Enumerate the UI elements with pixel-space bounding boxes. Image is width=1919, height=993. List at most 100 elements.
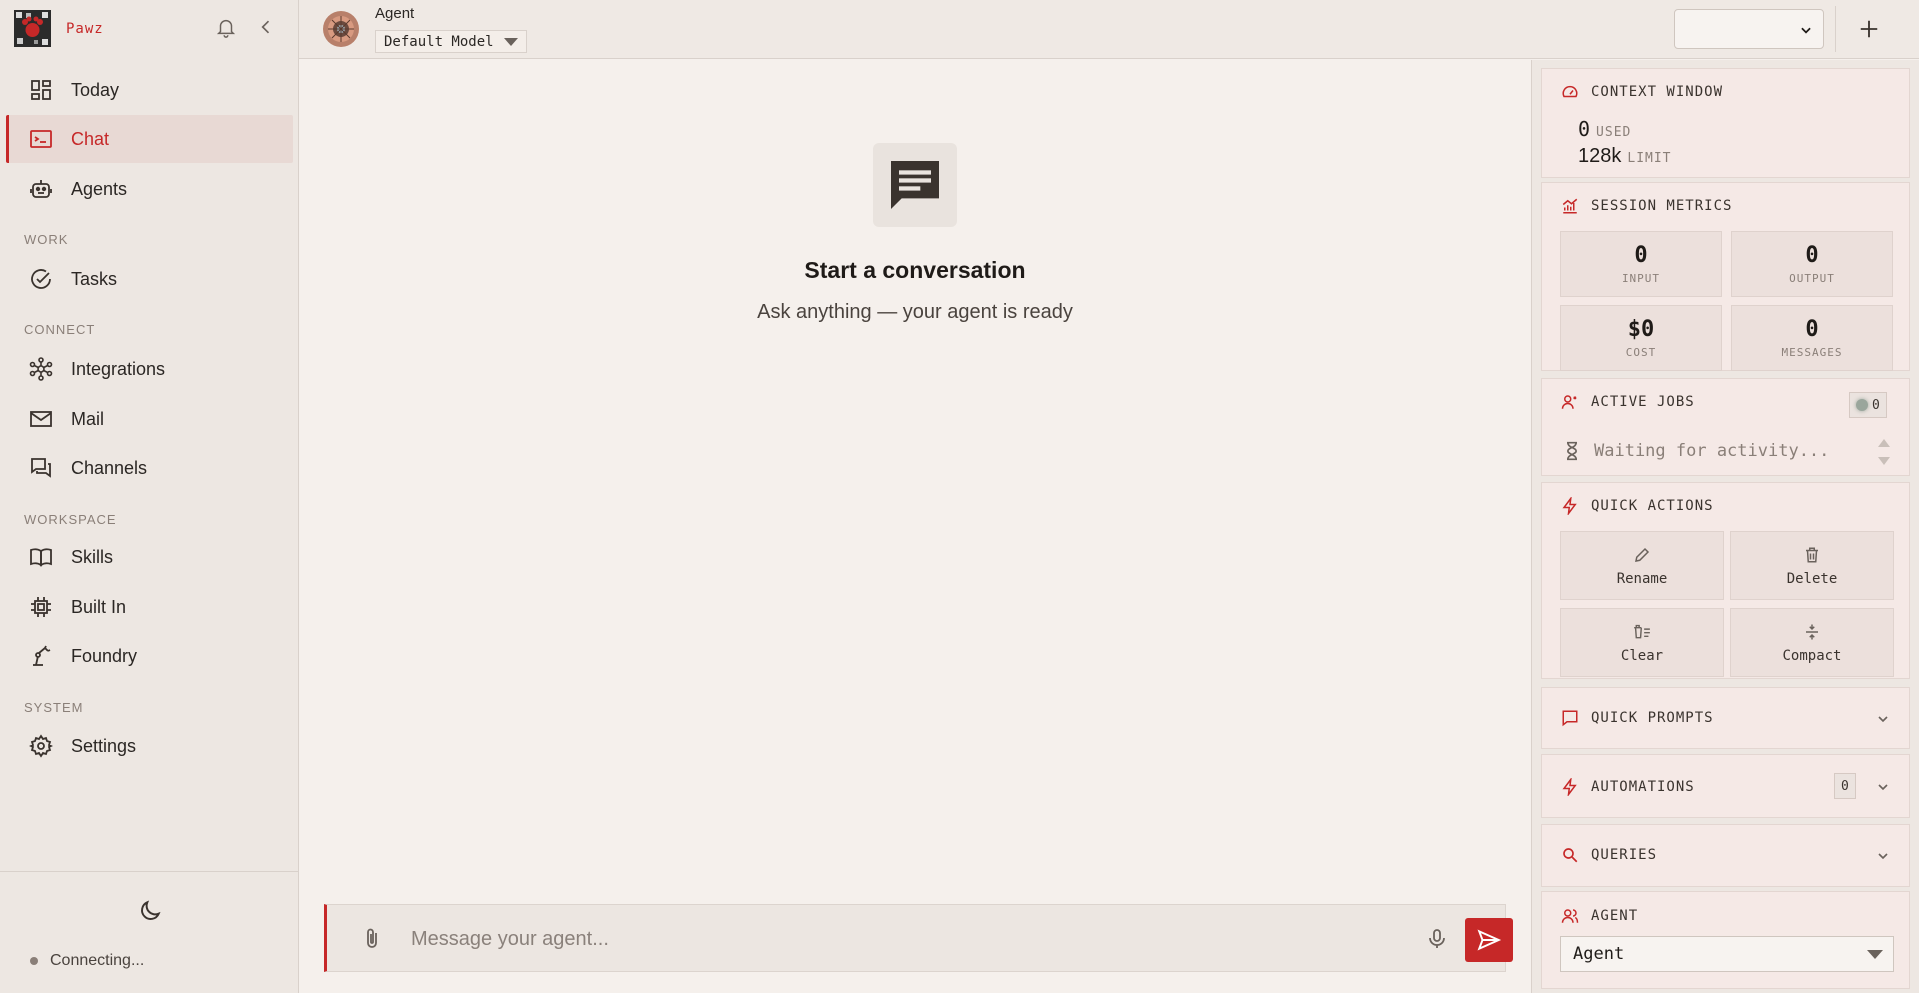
context-used-value: 0 xyxy=(1578,117,1591,141)
chevron-down-icon xyxy=(1878,784,1888,791)
agent-select[interactable]: Agent xyxy=(1560,936,1894,972)
metric-input: 0 INPUT xyxy=(1560,231,1722,297)
send-button[interactable] xyxy=(1465,918,1513,962)
empty-state-title: Start a conversation xyxy=(804,257,1026,283)
nav-label: Today xyxy=(71,79,120,100)
message-input[interactable] xyxy=(411,919,1351,959)
model-select-value: Default Model xyxy=(384,33,494,50)
card-header: ACTIVE JOBS xyxy=(1560,392,1695,412)
card-title: ACTIVE JOBS xyxy=(1591,394,1695,410)
card-title: QUICK PROMPTS xyxy=(1591,710,1714,726)
nav-item-mail[interactable]: Mail xyxy=(6,395,293,443)
microphone-icon[interactable] xyxy=(1425,927,1449,951)
search-icon xyxy=(1560,845,1580,865)
nav-label: Integrations xyxy=(71,358,166,379)
users-icon xyxy=(1560,906,1580,926)
metric-label: MESSAGES xyxy=(1781,346,1843,359)
clear-button[interactable]: Clear xyxy=(1560,608,1724,677)
check-circle-icon xyxy=(28,266,54,292)
brand-name: Pawz xyxy=(66,20,104,37)
nav-item-tasks[interactable]: Tasks xyxy=(6,255,293,303)
message-square-icon xyxy=(1560,708,1580,728)
new-chat-button[interactable] xyxy=(1854,14,1884,44)
active-jobs-count: 0 xyxy=(1872,397,1880,413)
nav-label: Tasks xyxy=(71,268,118,289)
chevron-down-icon xyxy=(1878,716,1888,723)
rename-button[interactable]: Rename xyxy=(1560,531,1724,600)
card-header: QUERIES xyxy=(1560,845,1657,865)
agent-avatar[interactable] xyxy=(323,11,359,47)
mail-icon xyxy=(28,406,54,432)
context-used: 0 USED xyxy=(1578,117,1631,141)
card-title: AUTOMATIONS xyxy=(1591,779,1695,795)
automations-card[interactable]: AUTOMATIONS 0 xyxy=(1541,754,1910,818)
button-label: Rename xyxy=(1616,570,1668,587)
message-composer xyxy=(324,904,1513,972)
session-select[interactable] xyxy=(1674,9,1824,49)
nav-item-foundry[interactable]: Foundry xyxy=(6,632,293,680)
context-limit-label: LIMIT xyxy=(1627,151,1672,166)
nav-label: Skills xyxy=(71,546,114,567)
card-header: SESSION METRICS xyxy=(1560,196,1732,216)
robot-icon xyxy=(28,176,54,202)
nav-label: Chat xyxy=(71,128,110,149)
model-select[interactable]: Default Model xyxy=(375,30,527,53)
bell-icon[interactable] xyxy=(215,16,237,38)
nav-item-channels[interactable]: Channels xyxy=(6,444,293,492)
nav-item-chat[interactable]: Chat xyxy=(6,115,293,163)
card-title: QUERIES xyxy=(1591,847,1658,863)
compact-button[interactable]: Compact xyxy=(1730,608,1894,677)
moon-icon[interactable] xyxy=(137,898,163,924)
nav-item-skills[interactable]: Skills xyxy=(6,533,293,581)
gear-icon xyxy=(28,733,54,759)
nav-item-built-in[interactable]: Built In xyxy=(6,583,293,631)
section-label-work: WORK xyxy=(24,232,69,247)
metric-value: $0 xyxy=(1627,317,1655,342)
chat-bubble-icon xyxy=(873,143,957,227)
button-label: Delete xyxy=(1786,570,1838,587)
nav-label: Mail xyxy=(71,408,105,429)
agent-name: Agent xyxy=(375,5,415,22)
topbar-divider xyxy=(1835,6,1836,52)
metric-value: 0 xyxy=(1634,243,1648,268)
gauge-icon xyxy=(1560,82,1580,102)
active-jobs-card: ACTIVE JOBS 0 Waiting for activity... xyxy=(1541,378,1910,476)
context-limit-value: 128k xyxy=(1578,145,1622,167)
caret-down-icon xyxy=(503,37,518,46)
chevron-left-icon[interactable] xyxy=(256,17,276,37)
quick-actions-card: QUICK ACTIONS Rename Delete Clear Compac… xyxy=(1541,482,1910,679)
nav-label: Foundry xyxy=(71,645,138,666)
pulse-dot xyxy=(1856,399,1868,411)
context-limit: 128k LIMIT xyxy=(1578,145,1672,168)
nav-item-today[interactable]: Today xyxy=(6,66,293,114)
bolt-icon xyxy=(1560,496,1580,516)
metric-label: OUTPUT xyxy=(1789,272,1835,285)
metric-label: COST xyxy=(1625,346,1657,359)
section-label-workspace: WORKSPACE xyxy=(24,512,117,527)
nav-label: Channels xyxy=(71,457,148,478)
chip-icon xyxy=(28,594,54,620)
session-metrics-card: SESSION METRICS 0 INPUT 0 OUTPUT $0 COST… xyxy=(1541,182,1910,371)
queries-card[interactable]: QUERIES xyxy=(1541,824,1910,887)
scroll-arrows-icon[interactable] xyxy=(1877,437,1891,467)
empty-state-subtitle: Ask anything — your agent is ready xyxy=(757,301,1073,323)
card-header: QUICK ACTIONS xyxy=(1560,496,1714,516)
nav-label: Settings xyxy=(71,735,137,756)
nav-item-settings[interactable]: Settings xyxy=(6,722,293,770)
book-icon xyxy=(28,544,54,570)
nav-item-agents[interactable]: Agents xyxy=(6,165,293,213)
context-window-card: CONTEXT WINDOW 0 USED 128k LIMIT xyxy=(1541,68,1910,178)
brand[interactable]: Pawz xyxy=(14,10,104,47)
hourglass-icon xyxy=(1566,441,1578,461)
chevron-down-icon xyxy=(1878,853,1888,860)
quick-prompts-card[interactable]: QUICK PROMPTS xyxy=(1541,687,1910,749)
nav-item-integrations[interactable]: Integrations xyxy=(6,345,293,393)
status-text: Connecting... xyxy=(50,952,145,969)
delete-button[interactable]: Delete xyxy=(1730,531,1894,600)
nav-label: Agents xyxy=(71,178,128,199)
dashboard-icon xyxy=(28,77,54,103)
section-label-system: SYSTEM xyxy=(24,700,84,715)
automations-count: 0 xyxy=(1841,778,1849,794)
paperclip-icon[interactable] xyxy=(360,927,384,951)
send-icon xyxy=(1477,929,1502,951)
